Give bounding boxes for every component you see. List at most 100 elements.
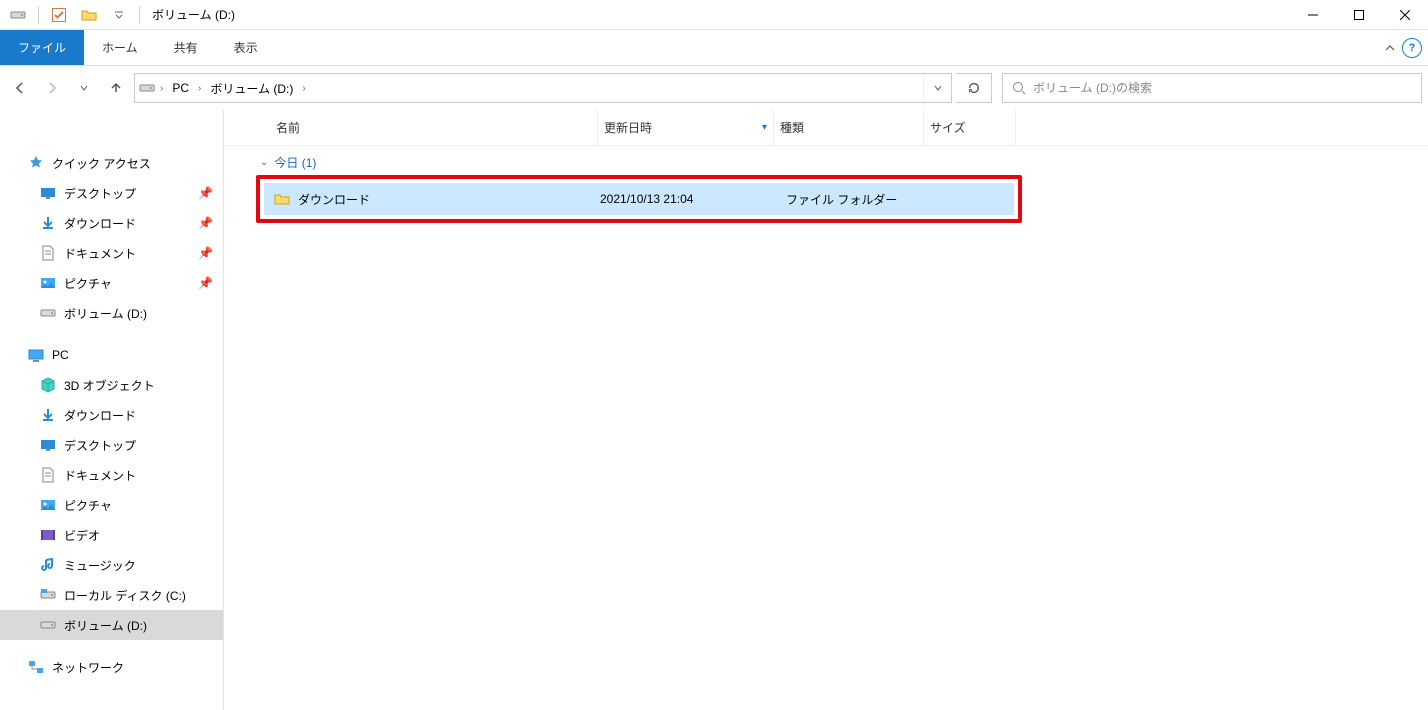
- ribbon-collapse-icon[interactable]: [1384, 42, 1396, 54]
- forward-button[interactable]: [38, 74, 66, 102]
- help-button[interactable]: ?: [1402, 38, 1422, 58]
- group-header-today[interactable]: ⌄ 今日 (1): [224, 146, 1428, 175]
- sidebar-item-label: ビデオ: [64, 527, 100, 544]
- drive-icon: [6, 3, 30, 27]
- column-label: 更新日時: [604, 119, 652, 136]
- search-box[interactable]: [1002, 73, 1422, 103]
- network-icon: [28, 659, 44, 675]
- checkbox-icon[interactable]: [47, 3, 71, 27]
- column-size[interactable]: サイズ▾: [924, 110, 1016, 145]
- group-label: 今日 (1): [274, 154, 316, 171]
- file-name: ダウンロード: [298, 191, 370, 208]
- sidebar-item-desktop-pc[interactable]: デスクトップ: [0, 430, 223, 460]
- chevron-right-icon[interactable]: ›: [195, 83, 204, 94]
- desktop-icon: [40, 185, 56, 201]
- crumb-label: PC: [172, 81, 189, 95]
- sidebar-item-volume-d-quick[interactable]: ボリューム (D:): [0, 298, 223, 328]
- back-button[interactable]: [6, 74, 34, 102]
- music-icon: [40, 557, 56, 573]
- sidebar-item-documents-pc[interactable]: ドキュメント: [0, 460, 223, 490]
- sidebar-item-local-disk-c[interactable]: ローカル ディスク (C:): [0, 580, 223, 610]
- sidebar-item-label: PC: [52, 348, 69, 362]
- file-type: ファイル フォルダー: [786, 191, 936, 208]
- sidebar-item-label: ボリューム (D:): [64, 617, 147, 634]
- sidebar-item-documents[interactable]: ドキュメント 📌: [0, 238, 223, 268]
- close-button[interactable]: [1382, 0, 1428, 30]
- pc-icon: [28, 347, 44, 363]
- video-icon: [40, 527, 56, 543]
- tab-file[interactable]: ファイル: [0, 30, 84, 65]
- sidebar-item-3d-objects[interactable]: 3D オブジェクト: [0, 370, 223, 400]
- folder-icon: [274, 191, 290, 207]
- column-name[interactable]: 名前▾: [270, 110, 598, 145]
- chevron-right-icon[interactable]: ›: [157, 83, 166, 94]
- sidebar-item-downloads[interactable]: ダウンロード 📌: [0, 208, 223, 238]
- sidebar-item-pictures[interactable]: ピクチャ 📌: [0, 268, 223, 298]
- pin-icon: 📌: [198, 216, 213, 230]
- column-headers: 名前▾ 更新日時▾ 種類▾ サイズ▾: [224, 110, 1428, 146]
- window-title: ボリューム (D:): [148, 6, 235, 23]
- sidebar-item-label: ネットワーク: [52, 659, 124, 676]
- up-button[interactable]: [102, 74, 130, 102]
- column-date[interactable]: 更新日時▾: [598, 110, 774, 145]
- sidebar-item-label: ピクチャ: [64, 497, 112, 514]
- sidebar-item-label: ドキュメント: [64, 245, 136, 262]
- drive-icon: [40, 305, 56, 321]
- sidebar-item-label: ピクチャ: [64, 275, 112, 292]
- tab-share[interactable]: 共有: [156, 30, 216, 65]
- address-bar-row: › PC › ボリューム (D:) ›: [0, 66, 1428, 110]
- sidebar-item-label: ダウンロード: [64, 407, 136, 424]
- sidebar-item-label: ボリューム (D:): [64, 305, 147, 322]
- ribbon: ファイル ホーム 共有 表示 ?: [0, 30, 1428, 66]
- pin-icon: 📌: [198, 276, 213, 290]
- cube-icon: [40, 377, 56, 393]
- star-icon: [28, 155, 44, 171]
- pictures-icon: [40, 497, 56, 513]
- sidebar-item-pc[interactable]: PC: [0, 340, 223, 370]
- sidebar-item-network[interactable]: ネットワーク: [0, 652, 223, 682]
- title-bar: ボリューム (D:): [0, 0, 1428, 30]
- refresh-button[interactable]: [956, 73, 992, 103]
- sidebar-item-label: ミュージック: [64, 557, 136, 574]
- address-history-dropdown[interactable]: [923, 74, 951, 102]
- chevron-right-icon[interactable]: ›: [299, 83, 308, 94]
- folder-icon[interactable]: [77, 3, 101, 27]
- navigation-pane: クイック アクセス デスクトップ 📌 ダウンロード 📌 ドキュメント 📌 ピクチ…: [0, 110, 224, 710]
- column-type[interactable]: 種類▾: [774, 110, 924, 145]
- sidebar-item-music[interactable]: ミュージック: [0, 550, 223, 580]
- file-list: 名前▾ 更新日時▾ 種類▾ サイズ▾ ⌄ 今日 (1) ダウンロード 2021/…: [224, 110, 1428, 710]
- column-label: 種類: [780, 119, 804, 136]
- column-label: サイズ: [930, 119, 966, 136]
- chevron-down-icon: ⌄: [260, 157, 268, 168]
- sidebar-item-downloads-pc[interactable]: ダウンロード: [0, 400, 223, 430]
- qat-dropdown-icon[interactable]: [107, 3, 131, 27]
- address-bar[interactable]: › PC › ボリューム (D:) ›: [134, 73, 952, 103]
- sidebar-item-label: ダウンロード: [64, 215, 136, 232]
- search-input[interactable]: [1033, 81, 1413, 95]
- sidebar-item-quick-access[interactable]: クイック アクセス: [0, 148, 223, 178]
- document-icon: [40, 467, 56, 483]
- maximize-button[interactable]: [1336, 0, 1382, 30]
- drive-icon: [40, 587, 56, 603]
- highlight-annotation: ダウンロード 2021/10/13 21:04 ファイル フォルダー: [256, 175, 1022, 223]
- file-date: 2021/10/13 21:04: [600, 192, 776, 206]
- sidebar-item-volume-d[interactable]: ボリューム (D:): [0, 610, 223, 640]
- tab-view[interactable]: 表示: [216, 30, 276, 65]
- sidebar-item-desktop[interactable]: デスクトップ 📌: [0, 178, 223, 208]
- sidebar-item-label: ローカル ディスク (C:): [64, 587, 186, 604]
- minimize-button[interactable]: [1290, 0, 1336, 30]
- download-arrow-icon: [40, 407, 56, 423]
- recent-dropdown[interactable]: [70, 74, 98, 102]
- sidebar-item-pictures-pc[interactable]: ピクチャ: [0, 490, 223, 520]
- search-icon: [1011, 80, 1027, 96]
- file-row-downloads[interactable]: ダウンロード 2021/10/13 21:04 ファイル フォルダー: [264, 183, 1014, 215]
- sidebar-item-videos[interactable]: ビデオ: [0, 520, 223, 550]
- download-arrow-icon: [40, 215, 56, 231]
- tab-home[interactable]: ホーム: [84, 30, 156, 65]
- drive-icon: [40, 617, 56, 633]
- desktop-icon: [40, 437, 56, 453]
- sidebar-item-label: ドキュメント: [64, 467, 136, 484]
- crumb-pc[interactable]: PC: [168, 74, 193, 102]
- crumb-volume-d[interactable]: ボリューム (D:): [206, 74, 297, 102]
- crumb-label: ボリューム (D:): [210, 80, 293, 97]
